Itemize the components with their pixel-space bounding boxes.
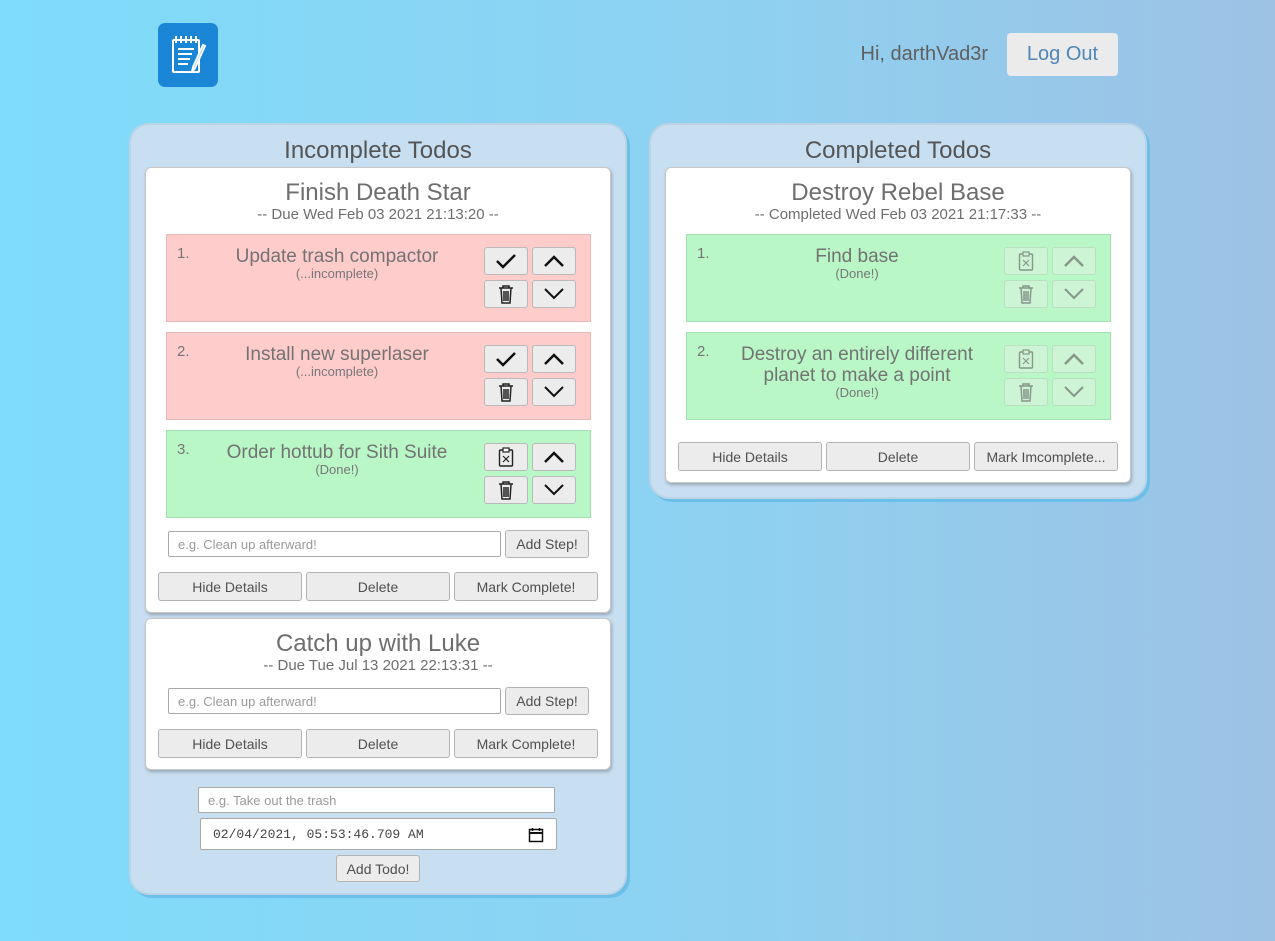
move-step-down-button[interactable]	[532, 378, 576, 406]
step-item: 3. Order hottub for Sith Suite (Done!)	[166, 430, 591, 518]
chevron-up-icon	[544, 451, 564, 463]
move-step-up-button	[1052, 345, 1096, 373]
clipboard-x-icon	[498, 447, 514, 467]
chevron-down-icon	[1064, 386, 1084, 398]
due-date-value: 02/04/2021, 05:53:46.709 AM	[213, 826, 424, 842]
checkmark-icon	[496, 254, 516, 269]
clipboard-x-icon	[1018, 349, 1034, 369]
step-number: 2.	[177, 343, 190, 360]
chevron-up-icon	[544, 255, 564, 267]
delete-todo-button[interactable]: Delete	[306, 729, 450, 758]
trash-icon	[499, 481, 513, 500]
step-number: 1.	[177, 245, 190, 262]
new-step-input[interactable]	[168, 531, 501, 557]
step-status: (...incomplete)	[295, 266, 379, 281]
panel-title: Completed Todos	[804, 137, 992, 164]
move-step-down-button[interactable]	[532, 280, 576, 308]
todo-card: Catch up with Luke -- Due Tue Jul 13 202…	[145, 618, 611, 770]
chevron-up-icon	[1064, 353, 1084, 365]
chevron-down-icon	[544, 484, 564, 496]
delete-step-button	[1004, 280, 1048, 308]
todo-due-date: -- Due Wed Feb 03 2021 21:13:20 --	[257, 206, 499, 223]
step-status: (Done!)	[315, 462, 359, 477]
mark-complete-button[interactable]: Mark Complete!	[454, 572, 598, 601]
due-date-input[interactable]: 02/04/2021, 05:53:46.709 AM	[200, 818, 557, 850]
app-logo	[158, 23, 218, 87]
chevron-down-icon	[544, 288, 564, 300]
hide-details-button[interactable]: Hide Details	[158, 729, 302, 758]
panel-title: Incomplete Todos	[284, 137, 472, 164]
todo-title: Finish Death Star	[285, 179, 471, 206]
step-item: 2. Destroy an entirely different planet …	[686, 332, 1111, 420]
step-item: 1. Update trash compactor (...incomplete…	[166, 234, 591, 322]
trash-icon	[1019, 383, 1033, 402]
step-title: Destroy an entirely different planet to …	[741, 344, 973, 386]
step-item: 1. Find base (Done!)	[686, 234, 1111, 322]
new-todo-input[interactable]	[198, 787, 555, 813]
chevron-up-icon	[1064, 255, 1084, 267]
complete-step-button[interactable]	[484, 345, 528, 373]
step-title: Order hottub for Sith Suite	[226, 442, 448, 463]
add-step-button[interactable]: Add Step!	[505, 530, 589, 558]
greeting-text: Hi, darthVad3r	[860, 43, 988, 65]
move-step-up-button[interactable]	[532, 443, 576, 471]
move-step-down-button	[1052, 378, 1096, 406]
chevron-up-icon	[544, 353, 564, 365]
step-number: 3.	[177, 441, 190, 458]
delete-todo-button[interactable]: Delete	[306, 572, 450, 601]
step-status: (Done!)	[835, 385, 879, 400]
move-step-down-button[interactable]	[532, 476, 576, 504]
mark-complete-button[interactable]: Mark Complete!	[454, 729, 598, 758]
delete-todo-button[interactable]: Delete	[826, 442, 970, 471]
completed-todo-card: Destroy Rebel Base -- Completed Wed Feb …	[665, 167, 1131, 483]
delete-step-button	[1004, 378, 1048, 406]
checkmark-icon	[496, 352, 516, 367]
todo-completed-date: -- Completed Wed Feb 03 2021 21:17:33 --	[754, 206, 1042, 223]
mark-step-incomplete-button	[1004, 345, 1048, 373]
delete-step-button[interactable]	[484, 476, 528, 504]
move-step-up-button[interactable]	[532, 247, 576, 275]
complete-step-button[interactable]	[484, 247, 528, 275]
add-todo-button[interactable]: Add Todo!	[336, 855, 420, 882]
step-number: 2.	[697, 343, 710, 360]
move-step-up-button[interactable]	[532, 345, 576, 373]
delete-step-button[interactable]	[484, 378, 528, 406]
hide-details-button[interactable]: Hide Details	[678, 442, 822, 471]
mark-step-incomplete-button	[1004, 247, 1048, 275]
step-title: Install new superlaser	[245, 344, 429, 365]
add-step-button[interactable]: Add Step!	[505, 687, 589, 715]
clipboard-x-icon	[1018, 251, 1034, 271]
trash-icon	[1019, 285, 1033, 304]
mark-step-incomplete-button[interactable]	[484, 443, 528, 471]
step-status: (...incomplete)	[295, 364, 379, 379]
move-step-up-button	[1052, 247, 1096, 275]
notepad-pencil-icon	[172, 36, 207, 73]
todo-due-date: -- Due Tue Jul 13 2021 22:13:31 --	[263, 657, 493, 674]
delete-step-button[interactable]	[484, 280, 528, 308]
move-step-down-button	[1052, 280, 1096, 308]
chevron-down-icon	[1064, 288, 1084, 300]
step-title: Find base	[815, 246, 899, 267]
logout-button[interactable]: Log Out	[1007, 33, 1118, 76]
step-number: 1.	[697, 245, 710, 262]
step-status: (Done!)	[835, 266, 879, 281]
trash-icon	[499, 285, 513, 304]
todo-title: Destroy Rebel Base	[791, 179, 1005, 206]
hide-details-button[interactable]: Hide Details	[158, 572, 302, 601]
new-step-input[interactable]	[168, 688, 501, 714]
chevron-down-icon	[544, 386, 564, 398]
calendar-icon[interactable]	[528, 827, 544, 843]
step-item: 2. Install new superlaser (...incomplete…	[166, 332, 591, 420]
trash-icon	[499, 383, 513, 402]
mark-incomplete-button[interactable]: Mark Imcomplete...	[974, 442, 1118, 471]
todo-card: Finish Death Star -- Due Wed Feb 03 2021…	[145, 167, 611, 613]
todo-title: Catch up with Luke	[275, 630, 481, 657]
step-title: Update trash compactor	[235, 246, 439, 267]
